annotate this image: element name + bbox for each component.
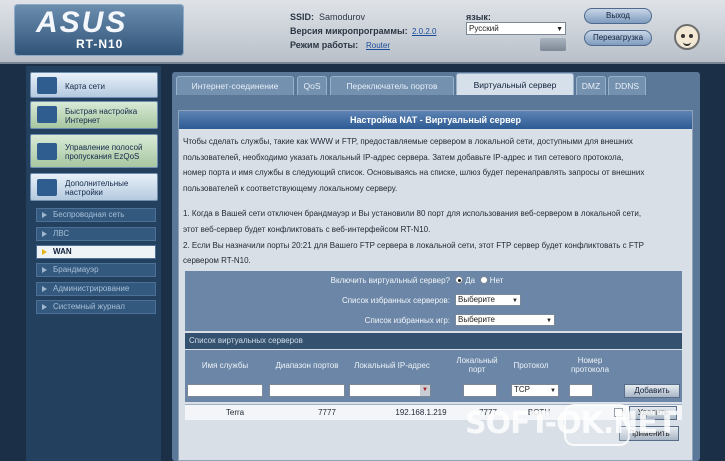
tab-qos[interactable]: QoS xyxy=(297,76,327,95)
sidebar-item-network-map[interactable]: Карта сети xyxy=(30,72,158,98)
col-local-ip: Локальный IP-адрес xyxy=(354,360,430,370)
sidebar-item-lan[interactable]: ЛВС xyxy=(36,227,156,241)
chevron-down-icon: ▼ xyxy=(546,318,552,324)
sidebar-item-label: Дополнительные настройки xyxy=(65,179,129,197)
fav-servers-label: Список избранных серверов: xyxy=(341,296,450,305)
description-line: 2. Если Вы назначили порты 20:21 для Ваш… xyxy=(183,240,644,250)
panel-title: Настройка NAT - Виртуальный сервер xyxy=(179,111,692,129)
description-line: Чтобы сделать службы, такие как WWW и FT… xyxy=(183,137,633,146)
sidebar-item-wireless[interactable]: Беспроводная сеть xyxy=(36,208,156,222)
sidebar: Карта сети Быстрая настройка Интернет Уп… xyxy=(26,66,161,461)
fav-games-select[interactable]: Выберите ▼ xyxy=(455,314,555,326)
row-port-range: 7777 xyxy=(318,408,336,417)
fav-servers-value: Выберите xyxy=(458,295,495,304)
network-map-icon xyxy=(37,77,57,94)
description-line: пользователей, необходимо указать локаль… xyxy=(183,152,624,162)
sidebar-item-label: Быстрая настройка Интернет xyxy=(65,107,138,125)
quick-setup-icon xyxy=(37,106,57,123)
protocol-value: TCP xyxy=(514,385,530,394)
language-apply-button[interactable] xyxy=(540,38,566,51)
fav-games-row: Список избранных игр: Выберите ▼ xyxy=(185,311,682,331)
list-title: Список виртуальных серверов xyxy=(185,333,682,349)
ezqos-icon xyxy=(37,143,57,160)
fav-games-value: Выберите xyxy=(458,315,495,324)
sidebar-item-administration[interactable]: Администрирование xyxy=(36,282,156,296)
enable-row: Включить виртуальный сервер? Да Нет xyxy=(185,271,682,291)
protocol-number-input[interactable] xyxy=(569,384,593,397)
description-line: номер порта и имя службы в следующий спи… xyxy=(183,168,645,178)
col-local-port: Локальный порт xyxy=(456,356,498,374)
no-radio[interactable] xyxy=(479,276,488,284)
sidebar-item-ezqos[interactable]: Управление полосой пропускания EzQoS xyxy=(30,134,158,168)
fav-games-label: Список избранных игр: xyxy=(364,316,450,325)
ssid-value: Samodurov xyxy=(319,12,366,22)
language-select[interactable]: Русский ▼ xyxy=(466,22,566,35)
logo-text: ASUS xyxy=(36,6,128,39)
advanced-settings-icon xyxy=(37,179,57,196)
service-name-input[interactable] xyxy=(187,384,263,397)
local-ip-input[interactable]: ▼ xyxy=(349,384,431,397)
sidebar-item-system-log[interactable]: Системный журнал xyxy=(36,300,156,314)
sidebar-item-wan[interactable]: WAN xyxy=(36,245,156,259)
mode-label: Режим работы: xyxy=(290,40,359,50)
fav-servers-field: Выберите ▼ xyxy=(455,294,521,306)
description: Чтобы сделать службы, такие как WWW и FT… xyxy=(179,129,692,269)
description-line: пользователей к соответствующему локальн… xyxy=(183,183,398,193)
logout-button[interactable]: Выход xyxy=(584,8,652,24)
col-port-range: Диапазон портов xyxy=(275,360,339,370)
add-button[interactable]: Добавить xyxy=(624,384,680,398)
firmware-label: Версия микропрограммы: xyxy=(290,26,408,36)
language-label: язык: xyxy=(466,12,491,22)
sidebar-item-label: Карта сети xyxy=(65,81,105,91)
chevron-down-icon: ▼ xyxy=(556,26,563,33)
input-row: ▼ TCP ▼ Добавить xyxy=(185,380,682,402)
sidebar-item-quick-setup[interactable]: Быстрая настройка Интернет xyxy=(30,101,158,129)
description-line: 1. Когда в Вашей сети отключен брандмауэ… xyxy=(183,209,642,219)
description-line: этот веб-сервер будет конфликтовать с ве… xyxy=(183,224,431,234)
tab-ddns[interactable]: DDNS xyxy=(608,76,646,95)
model-name: RT-N10 xyxy=(76,37,124,51)
sidebar-item-advanced[interactable]: Дополнительные настройки xyxy=(30,173,158,201)
port-range-input[interactable] xyxy=(269,384,345,397)
table-header: Имя службы Диапазон портов Локальный IP-… xyxy=(185,350,682,380)
dropdown-arrow-icon[interactable]: ▼ xyxy=(420,385,430,396)
col-protocol: Протокол xyxy=(513,360,549,370)
enable-radios: Да Нет xyxy=(455,276,503,285)
chevron-down-icon: ▼ xyxy=(550,388,556,394)
sidebar-item-label: Управление полосой пропускания EzQoS xyxy=(65,143,143,161)
local-port-input[interactable] xyxy=(463,384,497,397)
fav-servers-select[interactable]: Выберите ▼ xyxy=(455,294,521,306)
watermark: SOFT-OK.NET xyxy=(465,406,677,441)
protocol-select[interactable]: TCP ▼ xyxy=(511,384,559,397)
asus-logo: ASUS RT-N10 xyxy=(14,4,184,56)
firmware-link[interactable]: 2.0.2.0 xyxy=(412,27,436,36)
fav-games-field: Выберите ▼ xyxy=(455,314,555,326)
tab-port-switch[interactable]: Переключатель портов xyxy=(330,76,454,95)
no-label: Нет xyxy=(489,276,504,285)
ssid-label: SSID: xyxy=(290,12,315,22)
enable-label: Включить виртуальный сервер? xyxy=(330,276,450,285)
tab-virtual-server[interactable]: Виртуальный сервер xyxy=(456,73,574,95)
sidebar-item-firewall[interactable]: Брандмауэр xyxy=(36,263,156,277)
description-line: сервером RT-N10. xyxy=(183,256,251,266)
header-bar: ASUS RT-N10 SSID: Samodurov Версия микро… xyxy=(0,0,725,64)
tab-internet-connection[interactable]: Интернет-соединение xyxy=(176,76,294,95)
tab-dmz[interactable]: DMZ xyxy=(576,76,606,95)
language-value: Русский xyxy=(469,24,499,33)
mode-link[interactable]: Router xyxy=(366,41,390,50)
reboot-button[interactable]: Перезагрузка xyxy=(584,30,652,46)
yes-label: Да xyxy=(465,276,476,285)
col-protocol-number: Номер протокола xyxy=(570,356,610,374)
col-service-name: Имя службы xyxy=(201,360,249,370)
row-local-ip: 192.168.1.219 xyxy=(395,408,447,417)
yes-radio[interactable] xyxy=(455,276,463,284)
chevron-down-icon: ▼ xyxy=(512,298,518,304)
fav-servers-row: Список избранных серверов: Выберите ▼ xyxy=(185,291,682,311)
row-service-name: Terra xyxy=(225,408,245,417)
mascot-icon xyxy=(674,24,700,50)
